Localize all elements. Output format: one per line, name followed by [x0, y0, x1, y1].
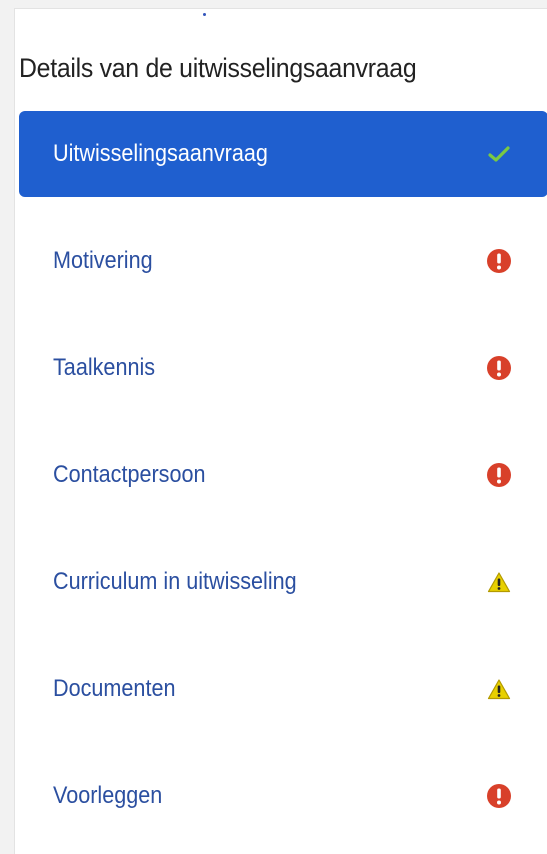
- check-icon: [485, 140, 513, 168]
- nav-item-label: Motivering: [53, 247, 153, 274]
- error-icon: [485, 782, 513, 810]
- nav-item-voorleggen[interactable]: Voorleggen: [19, 753, 547, 839]
- nav-item-motivering[interactable]: Motivering: [19, 218, 547, 304]
- nav-item-taalkennis[interactable]: Taalkennis: [19, 325, 547, 411]
- nav-item-label: Uitwisselingsaanvraag: [53, 140, 268, 167]
- warning-icon: [485, 675, 513, 703]
- error-icon: [485, 247, 513, 275]
- nav-item-label: Documenten: [53, 675, 176, 702]
- nav-item-uitwisselingsaanvraag[interactable]: Uitwisselingsaanvraag: [19, 111, 547, 197]
- nav-item-documenten[interactable]: Documenten: [19, 646, 547, 732]
- error-icon: [485, 354, 513, 382]
- error-icon: [485, 461, 513, 489]
- warning-icon: [485, 568, 513, 596]
- nav-item-label: Curriculum in uitwisseling: [53, 568, 297, 595]
- nav-item-contactpersoon[interactable]: Contactpersoon: [19, 432, 547, 518]
- nav-item-curriculum-in-uitwisseling[interactable]: Curriculum in uitwisseling: [19, 539, 547, 625]
- nav-item-label: Voorleggen: [53, 782, 163, 809]
- details-nav: Uitwisselingsaanvraag Motivering Taalken…: [19, 111, 547, 854]
- nav-item-label: Contactpersoon: [53, 461, 206, 488]
- panel-title: Details van de uitwisselingsaanvraag: [19, 53, 417, 83]
- application-details-panel: Details van de uitwisselingsaanvraag Uit…: [14, 8, 547, 854]
- nav-item-label: Taalkennis: [53, 354, 156, 381]
- scroll-remnant-dot: [203, 13, 206, 16]
